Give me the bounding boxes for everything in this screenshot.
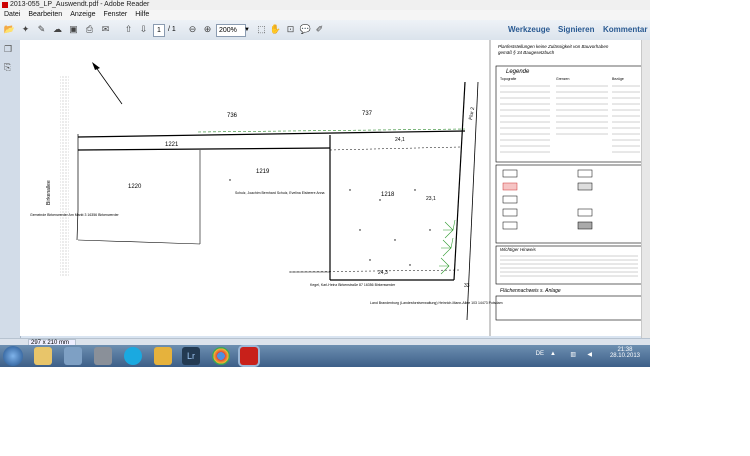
street-hatching: [60, 76, 69, 276]
zoom-level-input[interactable]: 200%: [216, 24, 246, 37]
flur-label: Flur 2: [468, 107, 476, 121]
zoom-out-icon[interactable]: ⊖: [186, 23, 199, 36]
owner-gemeinde: Gemeinde Birkenwerder Am Markt 3 16356 B…: [30, 213, 120, 217]
legend-hint-title: Wichtiger Hinweis: [500, 247, 536, 252]
menu-hilfe[interactable]: Hilfe: [131, 10, 153, 20]
email-icon[interactable]: ✉: [99, 23, 112, 36]
distance-label-24-1: 24,1: [395, 137, 405, 143]
owner-schulz: Schulz, Joachim Bernhard Schulz, Evelina…: [235, 191, 325, 195]
north-arrow-head-icon: [92, 62, 100, 70]
vertical-scrollbar[interactable]: [641, 40, 650, 340]
tab-signieren[interactable]: Signieren: [558, 20, 594, 40]
parcel-label-33: 33: [464, 283, 470, 289]
lightroom-taskbar-icon[interactable]: Lr: [182, 347, 200, 365]
owner-land-brandenburg: Land Brandenburg (Landesforstverwaltung)…: [370, 301, 503, 305]
parcel-label-1218: 1218: [381, 192, 395, 198]
windows-start-button[interactable]: [3, 346, 23, 366]
distance-label-23: 23,1: [426, 196, 436, 202]
window-title: 2013-055_LP_Auswendt.pdf - Adobe Reader: [10, 1, 150, 8]
tray-clock[interactable]: 21:38 28.10.2013: [610, 347, 640, 359]
hand-tool-icon[interactable]: ✋: [269, 23, 282, 36]
chrome-taskbar-icon[interactable]: [212, 347, 230, 365]
windows-taskbar: Lr DE ▲ ▥ ◀ 21:38 28.10.2013: [0, 345, 650, 367]
menu-datei[interactable]: Datei: [0, 10, 24, 20]
fit-page-icon[interactable]: ⊡: [284, 23, 297, 36]
clock-date: 28.10.2013: [609, 353, 640, 359]
legend-col-topografie: Topografie: [500, 77, 516, 81]
legend-area-note: Flächennachweis s. Anlage: [500, 288, 561, 294]
parcel-label-736: 736: [227, 113, 238, 119]
tray-arrow-icon[interactable]: ▲: [550, 351, 556, 357]
owner-kegel: Kegel, Karl-Heinz Birkenstraße 87 16356 …: [310, 283, 396, 287]
adobe-reader-app-icon: [2, 2, 8, 8]
tab-werkzeuge[interactable]: Werkzeuge: [508, 20, 550, 40]
previous-page-icon[interactable]: ⇧: [122, 23, 135, 36]
parcel-label-1220: 1220: [128, 184, 142, 190]
archive-taskbar-icon[interactable]: [94, 347, 112, 365]
north-arrow-icon: [94, 65, 123, 105]
save-icon[interactable]: ▣: [67, 23, 80, 36]
menu-fenster[interactable]: Fenster: [100, 10, 132, 20]
highlight-icon[interactable]: ✐: [313, 23, 326, 36]
open-file-icon[interactable]: 📂: [3, 23, 16, 36]
legend-col-bezuege: Bezüge: [612, 77, 624, 81]
parcel-label-737: 737: [362, 111, 373, 117]
tree-symbols: [439, 219, 456, 275]
menu-anzeige[interactable]: Anzeige: [66, 10, 99, 20]
zoom-in-icon[interactable]: ⊕: [201, 23, 214, 36]
network-icon[interactable]: ▥: [570, 351, 576, 358]
legend-header-2: gemäß § 34 Baugesetzbuch: [498, 50, 555, 55]
photos-taskbar-icon[interactable]: [154, 347, 172, 365]
files-taskbar-icon[interactable]: [64, 347, 82, 365]
parcel-label-1219: 1219: [256, 169, 270, 175]
menu-bearbeiten[interactable]: Bearbeiten: [24, 10, 66, 20]
adobe-reader-window: 2013-055_LP_Auswendt.pdf - Adobe Reader …: [0, 0, 650, 367]
comment-icon[interactable]: 💬: [299, 23, 312, 36]
distance-label-24-3: 24,3: [378, 270, 388, 276]
site-plan-drawing: 736 737 1221 1220 1219 1218 33 24,1 24,3…: [30, 40, 643, 336]
skype-taskbar-icon[interactable]: [124, 347, 142, 365]
explorer-taskbar-icon[interactable]: [34, 347, 52, 365]
language-indicator[interactable]: DE: [536, 351, 544, 357]
page-number-input[interactable]: 1: [153, 24, 165, 37]
street-name-label: Birkenallee: [46, 180, 52, 205]
page-thumbnails-icon[interactable]: ❐: [4, 44, 14, 54]
edit-icon[interactable]: ✎: [35, 23, 48, 36]
parcel-boundary-north: [77, 130, 466, 138]
tab-kommentar[interactable]: Kommentar: [603, 20, 647, 40]
legend-col-grenzen: Grenzen: [556, 77, 569, 81]
create-pdf-icon[interactable]: ✦: [19, 23, 32, 36]
legend-panel: Planfeststellungen keine Zulässigkeit vo…: [495, 44, 643, 321]
title-bar: 2013-055_LP_Auswendt.pdf - Adobe Reader: [0, 0, 650, 10]
legend-header-1: Planfeststellungen keine Zulässigkeit vo…: [498, 44, 609, 49]
pdf-document-page: 736 737 1221 1220 1219 1218 33 24,1 24,3…: [20, 40, 648, 336]
volume-icon[interactable]: ◀: [587, 351, 592, 358]
zoom-dropdown-chevron-down-icon[interactable]: ▼: [244, 24, 252, 37]
parcel-label-1221: 1221: [165, 142, 179, 148]
navigation-panel: ❐ ⎘: [0, 40, 21, 340]
page-total: / 1: [168, 26, 176, 33]
legend-title: Legende: [506, 69, 530, 75]
select-icon[interactable]: ⬚: [255, 23, 268, 36]
print-icon[interactable]: ⎙: [83, 23, 96, 36]
cloud-icon[interactable]: ☁: [51, 23, 64, 36]
toolbar: 📂 ✦ ✎ ☁ ▣ ⎙ ✉ ⇧ ⇩ 1 / 1 ⊖ ⊕ 200% ▼ ⬚ ✋ ⊡…: [0, 20, 650, 41]
menu-bar: Datei Bearbeiten Anzeige Fenster Hilfe: [0, 10, 650, 20]
next-page-icon[interactable]: ⇩: [137, 23, 150, 36]
attachments-icon[interactable]: ⎘: [4, 62, 14, 72]
parcel-boundary-east: [453, 81, 466, 281]
adobe-reader-taskbar-icon[interactable]: [240, 347, 258, 365]
